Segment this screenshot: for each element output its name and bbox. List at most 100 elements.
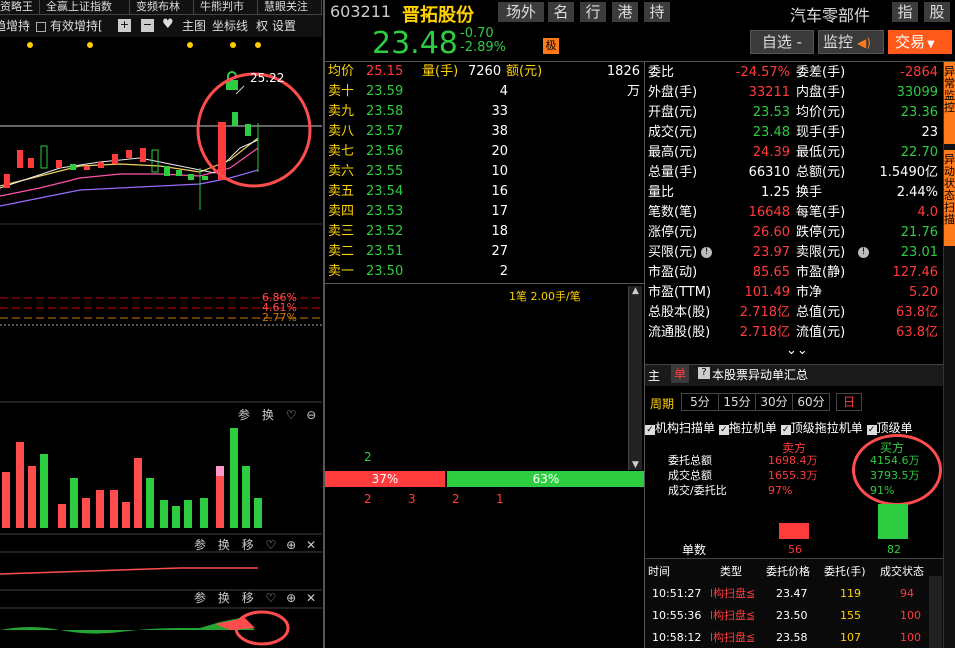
table-row[interactable]: 10:51:27 l构扫盘≦ 23.47 119 94 <box>648 584 940 603</box>
period-30m[interactable]: 30分 <box>755 393 793 411</box>
zoom-icon[interactable]: ⊖ <box>306 408 316 422</box>
seller-count: 56 <box>788 543 802 556</box>
ask-row[interactable]: 卖八 23.57 38 <box>328 122 642 142</box>
trade-button[interactable]: 交易 ▼ <box>888 30 952 54</box>
minus-icon[interactable]: − <box>141 19 154 32</box>
info-icon[interactable]: ! <box>858 247 869 258</box>
count-label: 单数 <box>682 543 707 557</box>
quote-row: 外盘(手) 33211 内盘(手) 33099 <box>648 85 938 100</box>
ask-row[interactable]: 卖一 23.50 2 <box>328 262 642 282</box>
main-chart-button[interactable]: 主图 <box>182 17 206 35</box>
indicator-2[interactable]: 有效增持[ <box>50 17 103 35</box>
ask-row[interactable]: 卖七 23.56 20 <box>328 142 642 162</box>
tab-2[interactable]: 变频布林 <box>132 0 194 14</box>
buyer-count: 82 <box>887 543 901 556</box>
price-label: 25.22 <box>250 71 285 85</box>
heart-icon[interactable]: ♡ <box>266 538 277 552</box>
current-price: 23.48 <box>372 26 458 61</box>
chart-toolbar: 趋增持 有效增持[ + − ♥ 主图 坐标线 权 设置 <box>0 15 322 37</box>
buy-pct-bar: 63% <box>447 471 645 487</box>
tag-industry[interactable]: 行 <box>580 2 606 22</box>
ask-row[interactable]: 卖二 23.51 27 <box>328 242 642 262</box>
tab-main[interactable]: 主 <box>648 367 660 384</box>
param-button[interactable]: 参 <box>194 538 206 552</box>
zoom-icon[interactable]: ⊕ <box>286 538 296 552</box>
close-icon[interactable]: ✕ <box>306 591 316 605</box>
table-scrollbar[interactable] <box>929 576 942 648</box>
badge[interactable]: 极 <box>543 38 559 54</box>
side-tab-monitor[interactable]: 异常监控 <box>944 62 955 144</box>
summary-title: 本股票异动单汇总 <box>712 368 809 382</box>
annotation-circle <box>196 72 312 188</box>
sector-name[interactable]: 汽车零部件 <box>790 2 870 26</box>
move-button[interactable]: 移 <box>242 538 254 552</box>
tag-hold[interactable]: 持 <box>644 2 670 22</box>
table-row[interactable]: 10:55:36 l构扫盘≦ 23.50 155 100 <box>648 606 940 625</box>
settings-button[interactable]: 设置 <box>272 17 296 35</box>
tag-outside[interactable]: 场外 <box>498 2 544 22</box>
coord-line-button[interactable]: 坐标线 <box>212 17 248 35</box>
expand-icon[interactable]: ⌄⌄ <box>786 343 808 358</box>
close-icon[interactable]: ✕ <box>306 538 316 552</box>
heart-icon[interactable]: ♡ <box>286 408 297 422</box>
table-row[interactable]: 10:58:12 l构扫盘≦ 23.58 107 100 <box>648 628 940 647</box>
tab-0[interactable]: 资略王 <box>0 0 40 14</box>
period-60m[interactable]: 60分 <box>792 393 830 411</box>
buyer-count-bar <box>878 504 908 539</box>
check-institution[interactable]: ✓机构扫描单 <box>645 421 715 435</box>
help-icon[interactable]: ? <box>698 367 710 379</box>
param-button[interactable]: 参 <box>194 591 206 605</box>
seller-count-bar <box>779 523 809 539</box>
pct-label-3: 2.77% <box>262 311 297 324</box>
period-15m[interactable]: 15分 <box>718 393 756 411</box>
zoom-icon[interactable]: ⊕ <box>286 591 296 605</box>
ask-row[interactable]: 卖五 23.54 16 <box>328 182 642 202</box>
check-top[interactable]: ✓顶级单 <box>866 421 913 435</box>
scrollbar[interactable]: ▲ ▼ <box>628 286 642 470</box>
period-5m[interactable]: 5分 <box>681 393 719 411</box>
switch-button[interactable]: 换 <box>262 408 274 422</box>
move-button[interactable]: 移 <box>242 591 254 605</box>
ask-row[interactable]: 卖三 23.52 18 <box>328 222 642 242</box>
quote-row: 涨停(元) 26.60 跌停(元) 21.76 <box>648 225 938 240</box>
quote-row: 委比 -24.57% 委差(手) -2864 <box>648 65 938 80</box>
param-button[interactable]: 参 <box>238 408 250 422</box>
table-header: 时间 类型 委托价格 委托(手) 成交状态 <box>648 565 924 578</box>
check-top-tractor[interactable]: ✓顶级拖拉机单 <box>780 421 863 435</box>
monitor-button[interactable]: 监控 ◀) <box>818 30 884 54</box>
side-tab-scan[interactable]: 异动状态扫描 <box>944 150 955 246</box>
ask-row[interactable]: 卖六 23.55 10 <box>328 162 642 182</box>
add-watchlist-button[interactable]: 自选 - <box>750 30 814 54</box>
tag-name[interactable]: 名 <box>548 2 574 22</box>
quote-row: 成交(元) 23.48 现手(手) 23 <box>648 125 938 140</box>
indicator-1[interactable]: 趋增持 <box>0 17 30 35</box>
tick-info: 1笔 2.00手/笔 <box>509 290 581 303</box>
kline-chart[interactable] <box>0 38 322 648</box>
add-icon[interactable]: + <box>118 19 131 32</box>
scroll-down-icon[interactable]: ▼ <box>629 460 642 470</box>
tab-single[interactable]: 单 <box>671 365 689 383</box>
ask-row[interactable]: 卖十 23.59 4 <box>328 82 642 102</box>
tab-3[interactable]: 牛熊判市 <box>196 0 258 14</box>
switch-button[interactable]: 换 <box>218 591 230 605</box>
period-day[interactable]: 日 <box>836 393 862 411</box>
heart-icon[interactable]: ♥ <box>162 17 174 32</box>
quan-button[interactable]: 权 <box>256 17 268 35</box>
ask-row[interactable]: 卖四 23.53 17 <box>328 202 642 222</box>
sector-stock-button[interactable]: 股 <box>924 2 950 22</box>
tag-hk[interactable]: 港 <box>612 2 638 22</box>
check-tractor[interactable]: ✓拖拉机单 <box>718 421 777 435</box>
quote-row: 市盈(TTM) 101.49 市净 5.20 <box>648 285 938 300</box>
volume-bars <box>2 428 262 528</box>
speaker-icon: ◀) <box>857 36 871 50</box>
ask-row[interactable]: 卖九 23.58 33 <box>328 102 642 122</box>
tab-1[interactable]: 全赢上证指数 <box>42 0 130 14</box>
info-icon[interactable]: ! <box>701 247 712 258</box>
quote-row: 市盈(动) 85.65 市盈(静) 127.46 <box>648 265 938 280</box>
heart-icon[interactable]: ♡ <box>266 591 277 605</box>
checkbox-icon[interactable] <box>36 22 46 32</box>
tab-4[interactable]: 慧眼关注 <box>260 0 322 14</box>
switch-button[interactable]: 换 <box>218 538 230 552</box>
sector-index-button[interactable]: 指 <box>892 2 918 22</box>
scroll-up-icon[interactable]: ▲ <box>629 286 642 296</box>
